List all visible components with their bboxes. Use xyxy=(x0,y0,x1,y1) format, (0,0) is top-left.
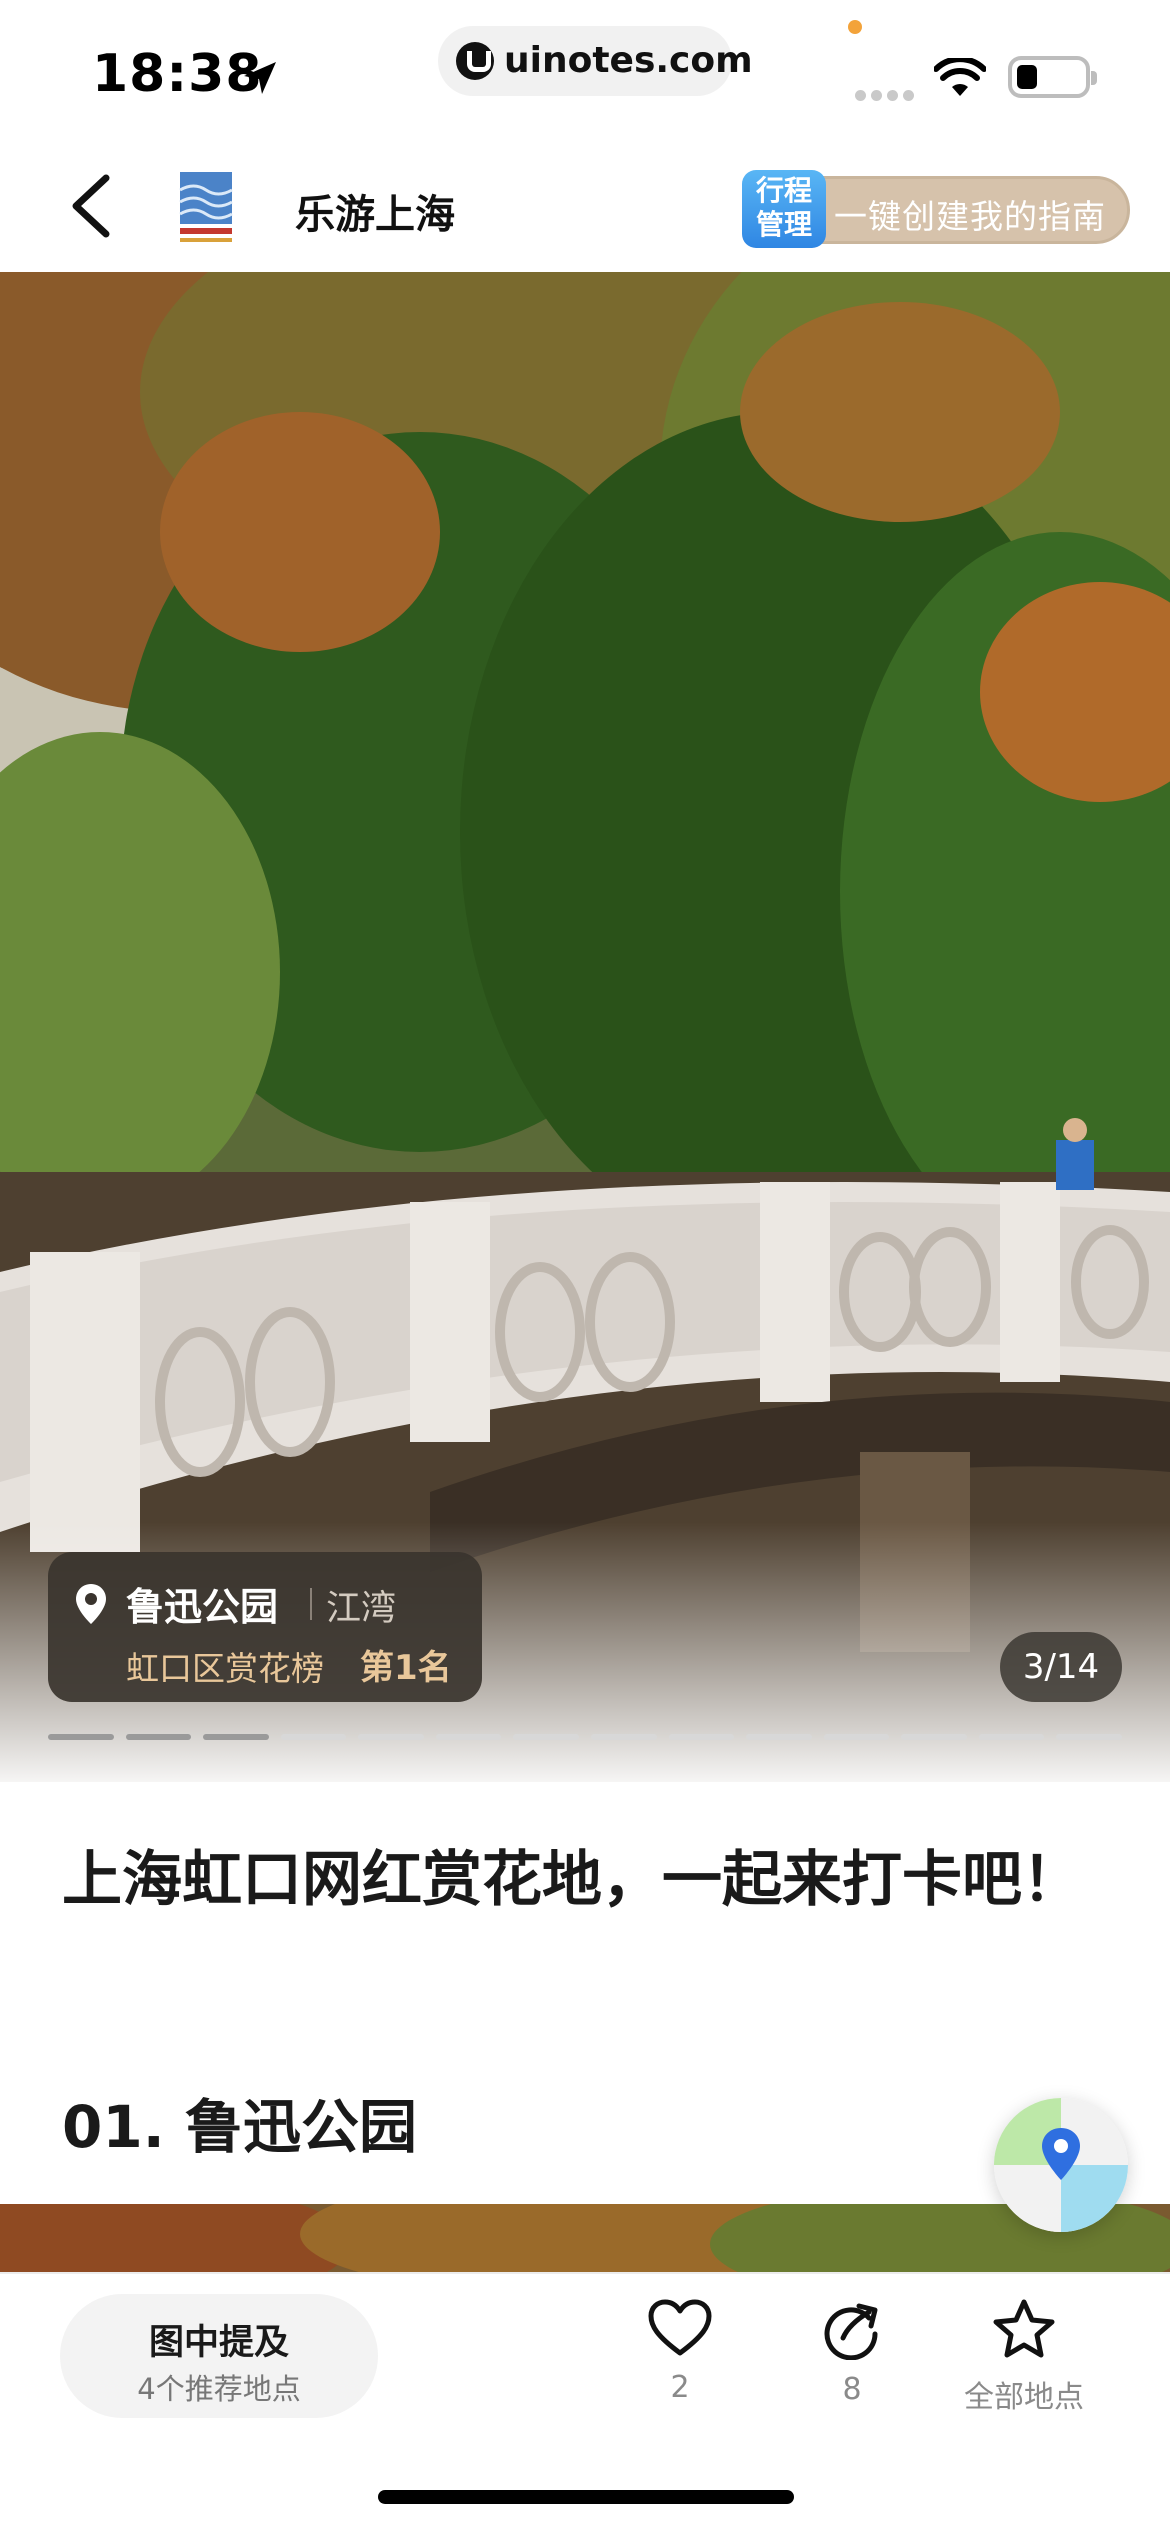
section-title: 01. 鲁迅公园 xyxy=(62,2093,417,2161)
all-places-label: 全部地点 xyxy=(964,2380,1084,2415)
url-pill[interactable]: uinotes.com xyxy=(438,26,753,96)
cellular-signal-icon xyxy=(855,86,919,105)
create-guide-button[interactable]: 一键创建我的指南 行程 管理 xyxy=(742,170,1132,248)
map-pin-icon xyxy=(994,2098,1128,2232)
map-button[interactable] xyxy=(994,2098,1128,2232)
create-guide-label: 一键创建我的指南 xyxy=(834,197,1106,236)
url-text: uinotes.com xyxy=(504,40,753,81)
mentioned-places-title: 图中提及 xyxy=(148,2323,289,2363)
nav-bar: 乐游上海 一键创建我的指南 行程 管理 xyxy=(0,140,1170,272)
shanghai-logo[interactable] xyxy=(176,168,236,248)
poi-rank-number: 第1名 xyxy=(360,1648,452,1688)
location-arrow-icon xyxy=(244,62,276,94)
carousel-dot xyxy=(1056,1734,1122,1740)
nav-title: 乐游上海 xyxy=(295,192,455,238)
all-places-button[interactable]: 全部地点 xyxy=(944,2298,1104,2428)
carousel-dot xyxy=(435,1734,502,1740)
carousel-dots xyxy=(48,1734,1122,1742)
carousel-dot xyxy=(358,1734,424,1740)
trip-management-badge[interactable]: 行程 管理 xyxy=(742,170,826,248)
poi-name: 鲁迅公园 xyxy=(126,1585,279,1629)
battery-icon xyxy=(1008,56,1097,98)
carousel-dot xyxy=(48,1734,114,1740)
carousel-dot xyxy=(591,1734,657,1740)
poi-area: 江湾 xyxy=(326,1589,397,1629)
carousel-dot xyxy=(746,1734,812,1740)
poi-rank-label: 虹口区赏花榜 xyxy=(126,1649,324,1688)
share-icon xyxy=(824,2303,878,2360)
mentioned-places-count: 4个推荐地点 xyxy=(137,2372,301,2406)
carousel-dot xyxy=(125,1734,192,1740)
pin-icon xyxy=(76,1584,106,1624)
section-image[interactable] xyxy=(0,2204,1170,2276)
carousel-dot xyxy=(901,1734,967,1740)
status-time: 18:38 xyxy=(92,44,263,104)
section-photo xyxy=(0,2204,1170,2276)
share-count: 8 xyxy=(842,2372,862,2407)
like-count: 2 xyxy=(670,2370,690,2405)
poi-separator xyxy=(310,1588,312,1620)
carousel-dot xyxy=(513,1734,579,1740)
image-counter: 3/14 xyxy=(1000,1632,1122,1702)
share-button[interactable]: 8 xyxy=(772,2298,932,2428)
star-icon xyxy=(993,2299,1055,2358)
status-bar: 18:38 uinotes.com xyxy=(0,0,1170,140)
carousel-dot xyxy=(978,1734,1045,1740)
carousel-dot xyxy=(668,1734,735,1740)
carousel-dot xyxy=(823,1734,890,1740)
privacy-indicator-dot xyxy=(848,20,862,34)
carousel-dot xyxy=(203,1734,269,1740)
heart-icon xyxy=(648,2299,712,2356)
carousel-dot xyxy=(280,1734,347,1740)
home-indicator xyxy=(378,2490,794,2504)
wifi-icon xyxy=(934,58,986,96)
article-title: 上海虹口网红赏花地，一起来打卡吧！ xyxy=(62,1845,1082,1915)
back-icon[interactable] xyxy=(60,168,120,244)
poi-card[interactable]: 鲁迅公园 江湾 虹口区赏花榜 第1名 xyxy=(48,1552,482,1702)
site-icon xyxy=(456,42,494,80)
like-button[interactable]: 2 xyxy=(600,2298,760,2428)
mentioned-places-button[interactable]: 图中提及 4个推荐地点 xyxy=(60,2294,378,2418)
